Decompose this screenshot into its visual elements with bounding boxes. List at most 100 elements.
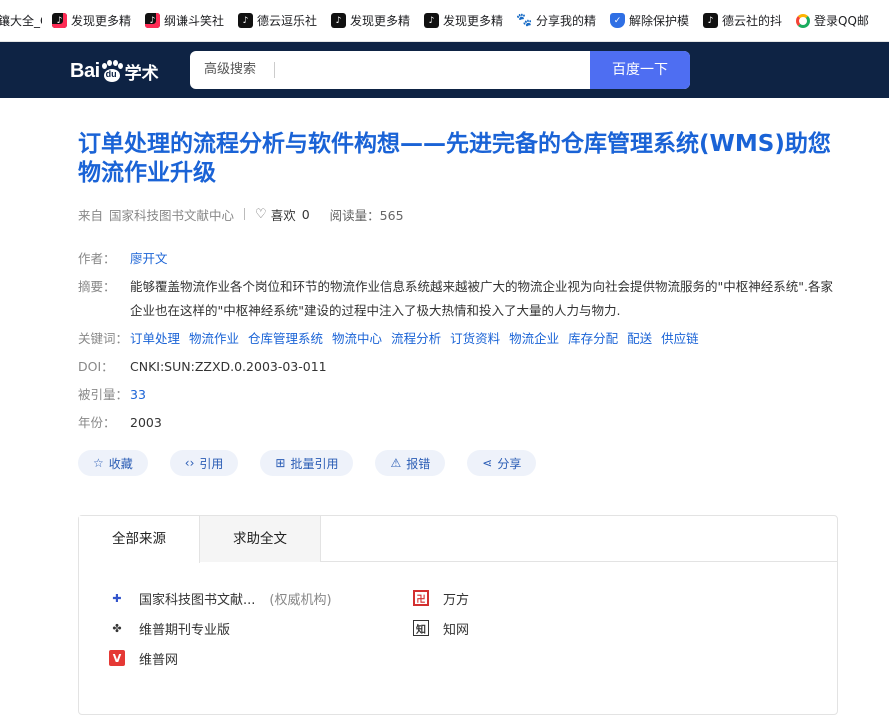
source-name[interactable]: 国家科技图书文献中心: [109, 205, 234, 224]
bookmark-item[interactable]: ♪ 发现更多精: [52, 12, 131, 29]
keyword-link[interactable]: 仓库管理系统: [248, 331, 323, 346]
keyword-link[interactable]: 库存分配: [568, 331, 618, 346]
warning-icon: ⚠: [390, 456, 402, 470]
author-link[interactable]: 廖开文: [130, 247, 168, 270]
batch-cite-button[interactable]: ⊞ 批量引用: [260, 450, 354, 476]
report-error-button[interactable]: ⚠ 报错: [375, 450, 446, 476]
weipunet-icon: V: [109, 650, 125, 666]
heart-icon: ♡: [255, 206, 267, 222]
cited-label: 被引量：: [78, 387, 129, 402]
batch-cite-label: 批量引用: [290, 456, 339, 471]
logo-text: Bai: [70, 59, 100, 82]
author-row: 作者： 廖开文: [78, 247, 168, 270]
bookmark-label: 发现更多精: [443, 14, 503, 28]
source-name: 维普网: [139, 652, 179, 668]
tiktok-icon: ♪: [145, 13, 160, 28]
tiktok-icon: ♪: [238, 13, 253, 28]
code-icon: ‹›: [184, 456, 195, 470]
share-button[interactable]: ⋖ 分享: [467, 450, 537, 476]
abstract-row: 摘要： 能够覆盖物流作业各个岗位和环节的物流作业信息系统越来越被广大的物流企业视…: [78, 275, 842, 323]
favorite-label: 收藏: [108, 456, 133, 471]
paper-meta: 来自 国家科技图书文献中心 ♡ 喜欢 0 阅读量：565: [78, 205, 404, 224]
source-link-nstl[interactable]: ✚ 国家科技图书文献... (权威机构): [109, 589, 332, 608]
source-name: 维普期刊专业版: [139, 622, 231, 638]
bookmark-item[interactable]: ♪ 发现更多精: [331, 12, 410, 29]
likes-count: 0: [301, 206, 310, 222]
baidu-scholar-logo[interactable]: Bai du 学术: [70, 57, 159, 85]
logo-du: du: [105, 69, 117, 79]
source-note: (权威机构): [269, 592, 332, 608]
bookmark-item[interactable]: ♪ 发现更多精: [424, 12, 503, 29]
cited-row: 被引量： 33: [78, 383, 146, 406]
bookmark-item[interactable]: 登录QQ邮: [796, 12, 874, 29]
cited-count[interactable]: 33: [130, 383, 146, 406]
source-name: 知网: [443, 622, 470, 638]
doi-row: DOI： CNKI:SUN:ZZXD.0.2003-03-011: [78, 355, 327, 378]
bookmark-item[interactable]: ♪ 德云社的抖: [703, 12, 782, 29]
tab-request-fulltext[interactable]: 求助全文: [200, 516, 321, 562]
search-input[interactable]: [282, 51, 582, 89]
nstl-icon: ✚: [112, 591, 122, 605]
source-name: 万方: [443, 592, 470, 608]
paper-title[interactable]: 订单处理的流程分析与软件构想——先进完备的仓库管理系统(WMS)助您物流作业升级: [78, 130, 848, 188]
bookmark-item[interactable]: 🐾 分享我的精: [516, 12, 596, 29]
cnki-icon: 知: [413, 620, 429, 636]
search-box: 高级搜索 百度一下: [190, 51, 690, 89]
sources-tabs: 全部来源 求助全文: [79, 516, 837, 563]
like-button[interactable]: ♡ 喜欢 0: [255, 205, 310, 224]
year-row: 年份： 2003: [78, 411, 162, 434]
cite-button[interactable]: ‹› 引用: [169, 450, 239, 476]
bookmarks-bar: 鑲大全_C ♪ 发现更多精 ♪ 纲谦斗笑社 ♪ 德云逗乐社 ♪ 发现更多精 ♪ …: [0, 0, 889, 42]
report-error-label: 报错: [406, 456, 431, 471]
bookmark-label: 德云逗乐社: [257, 14, 317, 28]
paw-icon: du: [101, 60, 123, 82]
star-icon: ☆: [93, 456, 104, 470]
tiktok-icon: ♪: [424, 13, 439, 28]
bookmark-label: 发现更多精: [71, 14, 131, 28]
keyword-link[interactable]: 物流作业: [189, 331, 239, 346]
bookmark-label: 分享我的精: [536, 14, 596, 28]
source-link-wanfang[interactable]: 卍 万方: [413, 589, 470, 608]
site-header: Bai du 学术 高级搜索 百度一下: [0, 42, 889, 98]
tiktok-icon: ♪: [703, 13, 718, 28]
bookmark-item[interactable]: ♪ 纲谦斗笑社: [145, 12, 224, 29]
search-button[interactable]: 百度一下: [590, 51, 690, 89]
source-link-cnki[interactable]: 知 知网: [413, 619, 470, 638]
keyword-link[interactable]: 供应链: [661, 331, 699, 346]
bookmark-label: 纲谦斗笑社: [164, 14, 224, 28]
tab-all-sources[interactable]: 全部来源: [79, 516, 200, 563]
favorite-button[interactable]: ☆ 收藏: [78, 450, 148, 476]
keyword-link[interactable]: 流程分析: [391, 331, 441, 346]
shield-icon: ✓: [610, 13, 625, 28]
reads-count: 565: [379, 207, 404, 223]
reads-info: 阅读量：565: [330, 205, 404, 224]
keyword-link[interactable]: 订单处理: [130, 331, 180, 346]
keyword-link[interactable]: 物流企业: [509, 331, 559, 346]
bookmark-item[interactable]: 鑲大全_C: [0, 12, 42, 29]
action-bar: ☆ 收藏 ‹› 引用 ⊞ 批量引用 ⚠ 报错 ⋖ 分享: [78, 450, 558, 476]
bookmark-label: 发现更多精: [350, 14, 410, 28]
abstract-text: 能够覆盖物流作业各个岗位和环节的物流作业信息系统越来越被广大的物流企业视为向社会…: [130, 279, 833, 318]
keywords-row: 关键词： 订单处理 物流作业 仓库管理系统 物流中心 流程分析 订货资料 物流企业 库存分配配…: [78, 327, 708, 350]
abstract-label: 摘要：: [78, 279, 116, 294]
keywords-label: 关键词：: [78, 331, 129, 346]
bookmark-item[interactable]: ♪ 德云逗乐社: [238, 12, 317, 29]
bookmark-label: 解除保护模: [629, 14, 689, 28]
source-link-weipunet[interactable]: V 维普网: [109, 649, 179, 668]
cite-label: 引用: [199, 456, 224, 471]
keyword-link[interactable]: 订货资料: [450, 331, 500, 346]
keyword-link[interactable]: 物流中心: [332, 331, 382, 346]
bookmark-item[interactable]: ✓ 解除保护模: [610, 12, 689, 29]
source-link-weipu[interactable]: ✤ 维普期刊专业版: [109, 619, 231, 638]
tiktok-icon: ♪: [331, 13, 346, 28]
weipu-icon: ✤: [112, 621, 122, 635]
year-value: 2003: [130, 415, 162, 430]
doi-value: CNKI:SUN:ZZXD.0.2003-03-011: [130, 359, 327, 374]
source-prefix: 来自: [78, 207, 104, 223]
keyword-link[interactable]: 配送: [627, 331, 652, 346]
folder-plus-icon: ⊞: [275, 456, 286, 470]
author-label: 作者：: [78, 251, 116, 266]
doi-label: DOI：: [78, 359, 114, 374]
advanced-search-link[interactable]: 高级搜索: [204, 51, 256, 89]
logo-suffix: 学术: [124, 63, 159, 84]
